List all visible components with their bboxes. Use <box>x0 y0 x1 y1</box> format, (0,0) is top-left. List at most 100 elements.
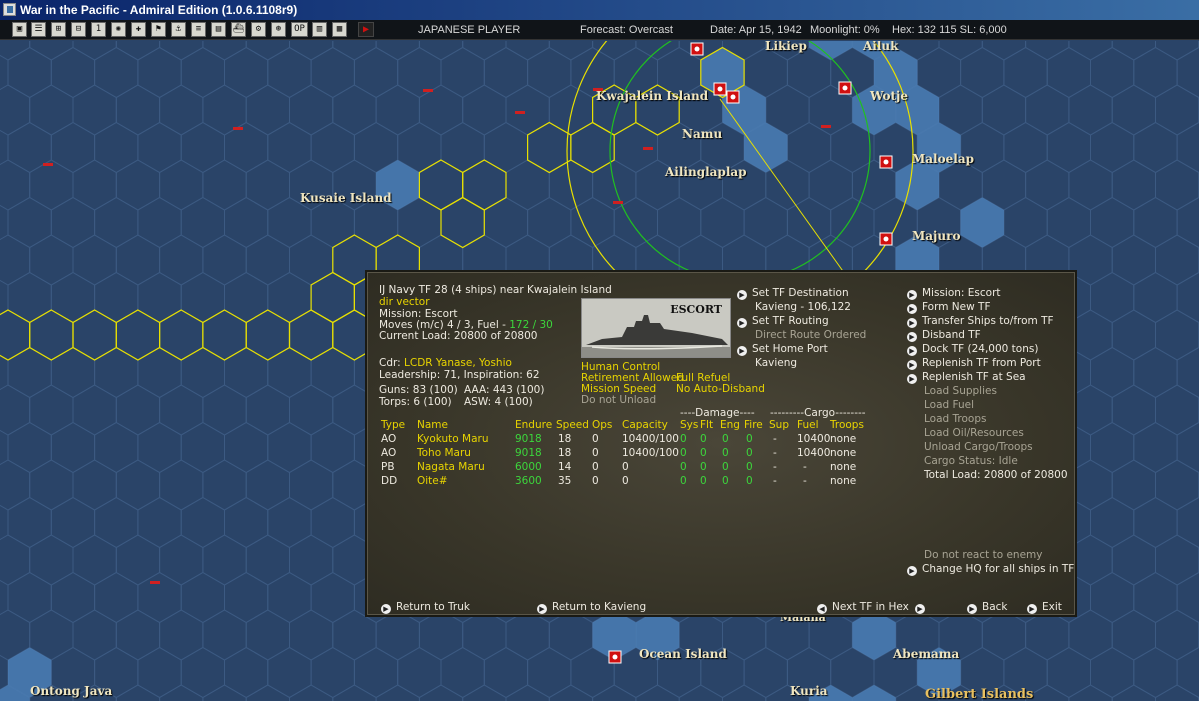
map-label-abemama: Abemama <box>893 647 960 661</box>
toolbar-button-17[interactable]: ▦ <box>332 22 347 37</box>
player-label: JAPANESE PLAYER <box>418 24 521 36</box>
leadership: Leadership: 71, Inspiration: 62 <box>379 369 540 381</box>
next-tf-button[interactable]: Next TF in Hex <box>817 601 930 614</box>
col-speed: Speed <box>556 419 589 431</box>
menu-disband-tf[interactable]: Disband TF <box>907 329 981 342</box>
toolbar-button-10[interactable]: ≡ <box>191 22 206 37</box>
ship-fire: 0 <box>746 475 753 487</box>
ship-fuel: 10400 <box>797 447 831 459</box>
arrow-right-icon <box>907 374 917 384</box>
change-hq-button[interactable]: Change HQ for all ships in TF <box>907 563 1074 576</box>
cargo-header: ---------Cargo-------- <box>770 407 866 419</box>
play-icon[interactable]: ▶ <box>358 22 374 37</box>
ship-endure: 9018 <box>515 447 542 459</box>
menu-replenish-port[interactable]: Replenish TF from Port <box>907 357 1041 370</box>
arrow-right-icon <box>907 290 917 300</box>
menu-dock-tf-label: Dock TF (24,000 tons) <box>922 343 1039 355</box>
map-label-maloelap: Maloelap <box>912 152 974 166</box>
toolbar-button-7[interactable]: ✚ <box>131 22 146 37</box>
toolbar-button-14[interactable]: ⊛ <box>271 22 286 37</box>
dir-vector[interactable]: dir vector <box>379 296 430 308</box>
toolbar-button-1[interactable]: ▣ <box>12 22 27 37</box>
ship-flt: 0 <box>700 461 707 473</box>
ship-endure: 9018 <box>515 433 542 445</box>
col-name: Name <box>417 419 448 431</box>
toolbar-button-4[interactable]: ⊟ <box>71 22 86 37</box>
do-not-unload[interactable]: Do not Unload <box>581 394 656 406</box>
cdr-name[interactable]: LCDR Yanase, Yoshio <box>404 357 512 369</box>
set-home-port-label: Set Home Port <box>752 343 828 355</box>
arrow-right-icon <box>737 290 747 300</box>
ship-sys: 0 <box>680 475 687 487</box>
aaa: AAA: 443 (100) <box>464 384 545 396</box>
ship-fuel: - <box>803 461 807 473</box>
toolbar-button-8[interactable]: ⚑ <box>151 22 166 37</box>
change-hq-label: Change HQ for all ships in TF <box>922 563 1075 575</box>
ship-name[interactable]: Kyokuto Maru <box>417 433 489 445</box>
map-label-wotje: Wotje <box>870 89 909 103</box>
return-truk-button[interactable]: Return to Truk <box>381 601 470 614</box>
col-endure: Endure <box>515 419 553 431</box>
ship-flt: 0 <box>700 433 707 445</box>
ship-name[interactable]: Toho Maru <box>417 447 471 459</box>
exit-label: Exit <box>1042 601 1062 613</box>
set-routing-button[interactable]: Set TF Routing <box>737 315 829 328</box>
ship-type: DD <box>381 475 398 487</box>
menu-replenish-port-label: Replenish TF from Port <box>922 357 1041 369</box>
damage-header: ----Damage---- <box>680 407 755 419</box>
arrow-right-icon <box>737 318 747 328</box>
menu-mission[interactable]: Mission: Escort <box>907 287 1001 300</box>
do-not-react[interactable]: Do not react to enemy <box>924 549 1042 561</box>
map-label-ocean-island: Ocean Island <box>639 647 727 661</box>
ship-troops: none <box>830 447 857 459</box>
set-home-port-button[interactable]: Set Home Port <box>737 343 828 356</box>
no-auto-disband[interactable]: No Auto-Disband <box>676 383 765 395</box>
toolbar-button-16[interactable]: ▥ <box>312 22 327 37</box>
return-kavieng-label: Return to Kavieng <box>552 601 647 613</box>
set-destination-button[interactable]: Set TF Destination <box>737 287 849 300</box>
arrow-right-icon[interactable] <box>914 604 925 614</box>
ship-speed: 35 <box>558 475 572 487</box>
ship-name[interactable]: Nagata Maru <box>417 461 485 473</box>
arrow-right-icon <box>967 604 977 614</box>
toolbar-button-5[interactable]: 1 <box>91 22 106 37</box>
exit-button[interactable]: Exit <box>1027 601 1062 614</box>
ship-ops: 0 <box>592 475 599 487</box>
menu-transfer-ships[interactable]: Transfer Ships to/from TF <box>907 315 1054 328</box>
menu-form-new-tf[interactable]: Form New TF <box>907 301 990 314</box>
toolbar-button-15[interactable]: OP <box>291 22 308 37</box>
window-title-bar[interactable]: War in the Pacific - Admiral Edition (1.… <box>0 0 1199 20</box>
ship-sup: - <box>773 475 777 487</box>
menu-dock-tf[interactable]: Dock TF (24,000 tons) <box>907 343 1038 356</box>
toolbar-button-11[interactable]: ▤ <box>211 22 226 37</box>
back-button[interactable]: Back <box>967 601 1008 614</box>
return-kavieng-button[interactable]: Return to Kavieng <box>537 601 646 614</box>
toolbar-button-12[interactable]: ⛴ <box>231 22 246 37</box>
ship-name[interactable]: Oite# <box>417 475 448 487</box>
toolbar-button-9[interactable]: ⚓ <box>171 22 186 37</box>
toolbar-button-13[interactable]: ⚙ <box>251 22 266 37</box>
ship-speed: 14 <box>558 461 572 473</box>
ship-speed: 18 <box>558 433 572 445</box>
toolbar-button-3[interactable]: ⊞ <box>51 22 66 37</box>
cdr-label: Cdr: <box>379 357 405 369</box>
destination-value: Kavieng - 106,122 <box>755 301 851 313</box>
menu-load-fuel: Load Fuel <box>924 399 975 411</box>
ship-troops: none <box>830 433 857 445</box>
ship-eng: 0 <box>722 461 729 473</box>
escort-ship-image: ESCORT <box>581 298 731 358</box>
menu-mission-label: Mission: Escort <box>922 287 1001 299</box>
ship-eng: 0 <box>722 475 729 487</box>
menu-load-troops: Load Troops <box>924 413 987 425</box>
toolbar-button-2[interactable]: ☰ <box>31 22 46 37</box>
ship-sys: 0 <box>680 461 687 473</box>
arrow-right-icon <box>907 304 917 314</box>
menu-replenish-sea[interactable]: Replenish TF at Sea <box>907 371 1026 384</box>
map-label-ailinglaplap: Ailinglaplap <box>665 165 747 179</box>
ship-eng: 0 <box>722 447 729 459</box>
arrow-left-icon[interactable] <box>817 604 827 614</box>
map-label-majuro: Majuro <box>912 229 961 243</box>
map-label-kuria: Kuria <box>790 684 828 698</box>
col-fire: Fire <box>744 419 763 431</box>
toolbar-button-6[interactable]: ✺ <box>111 22 126 37</box>
